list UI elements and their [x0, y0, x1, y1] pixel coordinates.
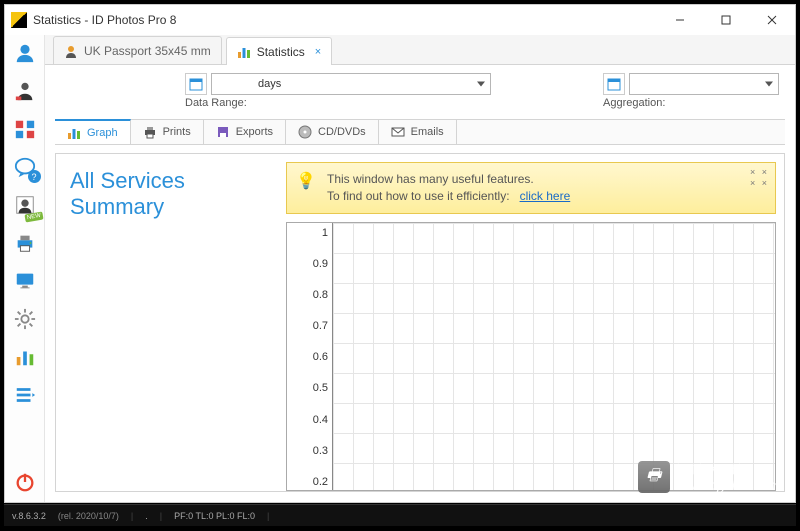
graph-panel: All Services Summary 💡 This window has m… [55, 153, 785, 492]
close-button[interactable] [749, 5, 795, 35]
app-window: Statistics - ID Photos Pro 8 ? NEW [4, 4, 796, 503]
users-grid-icon[interactable] [13, 117, 37, 141]
person-icon [64, 44, 78, 58]
content-area: ? NEW UK Passport 35x45 mm Statistics × [5, 35, 795, 502]
photo-profile-icon[interactable]: NEW [13, 193, 37, 217]
maximize-button[interactable] [703, 5, 749, 35]
tab-close-icon[interactable]: × [315, 46, 321, 58]
statistics-icon[interactable] [13, 345, 37, 369]
status-bar: v.8.6.3.2 (rel. 2020/10/7) | . | PF:0 TL… [4, 504, 796, 526]
lightbulb-icon: 💡 [297, 173, 315, 191]
range-bar: days Data Range: Aggregation: [45, 65, 795, 115]
tip-close-icon[interactable]: × ×× × [750, 167, 769, 189]
data-range-group: days Data Range: [185, 73, 491, 109]
graph-right: 💡 This window has many useful features. … [286, 154, 784, 491]
user-blue-icon[interactable] [13, 41, 37, 65]
window-title: Statistics - ID Photos Pro 8 [33, 13, 657, 27]
aggregation-combo[interactable] [629, 73, 779, 95]
mail-icon [391, 125, 405, 139]
tip-box: 💡 This window has many useful features. … [286, 162, 776, 214]
new-badge-icon: NEW [24, 211, 43, 222]
title-bar: Statistics - ID Photos Pro 8 [5, 5, 795, 35]
document-tabs: UK Passport 35x45 mm Statistics × [45, 35, 795, 65]
plot-area [333, 223, 775, 490]
aggregation-group: Aggregation: [603, 73, 779, 109]
chart: 1 0.9 0.8 0.7 0.6 0.5 0.4 0.3 0.2 [286, 222, 776, 491]
chart-icon [67, 126, 81, 140]
status-dot: . [145, 511, 148, 521]
power-icon[interactable] [13, 470, 37, 494]
tip-line2-row: To find out how to use it efficiently:cl… [327, 188, 745, 205]
chat-icon[interactable]: ? [13, 155, 37, 179]
data-range-label: Data Range: [185, 97, 247, 109]
y-axis: 1 0.9 0.8 0.7 0.6 0.5 0.4 0.3 0.2 [287, 223, 333, 490]
tab-label: Statistics [257, 45, 305, 59]
tab-statistics[interactable]: Statistics × [226, 37, 332, 65]
menu-icon[interactable] [13, 383, 37, 407]
printer-icon[interactable] [13, 231, 37, 255]
monitor-icon[interactable] [13, 269, 37, 293]
main-panel: UK Passport 35x45 mm Statistics × days D… [45, 35, 795, 502]
settings-icon[interactable] [13, 307, 37, 331]
sub-tab-prints[interactable]: Prints [131, 120, 204, 144]
aggregation-date-button[interactable] [603, 73, 625, 95]
sub-tab-graph[interactable]: Graph [55, 119, 131, 144]
tab-passport[interactable]: UK Passport 35x45 mm [53, 36, 222, 64]
user-manage-icon[interactable] [13, 79, 37, 103]
release-label: (rel. 2020/10/7) [58, 511, 119, 521]
sub-tab-exports[interactable]: Exports [204, 120, 286, 144]
app-icon [11, 12, 27, 28]
sub-tab-cddvds[interactable]: CD/DVDs [286, 120, 379, 144]
aggregation-label: Aggregation: [603, 97, 665, 109]
status-codes: PF:0 TL:0 PL:0 FL:0 [174, 511, 255, 521]
sub-tabs: Graph Prints Exports CD/DVDs Emails [55, 119, 785, 145]
help-badge-icon: ? [28, 170, 41, 183]
sidebar: ? NEW [5, 35, 45, 502]
save-icon [216, 125, 230, 139]
version-label: v.8.6.3.2 [12, 511, 46, 521]
stats-icon [237, 45, 251, 59]
tip-link[interactable]: click here [520, 189, 571, 203]
tip-line1: This window has many useful features. [327, 171, 745, 188]
tab-label: UK Passport 35x45 mm [84, 44, 211, 58]
disc-icon [298, 125, 312, 139]
summary-title: All Services Summary [56, 154, 286, 491]
date-picker-button[interactable] [185, 73, 207, 95]
window-controls [657, 5, 795, 35]
printer-small-icon [143, 125, 157, 139]
data-range-combo[interactable]: days [211, 73, 491, 95]
sub-tab-emails[interactable]: Emails [379, 120, 457, 144]
minimize-button[interactable] [657, 5, 703, 35]
